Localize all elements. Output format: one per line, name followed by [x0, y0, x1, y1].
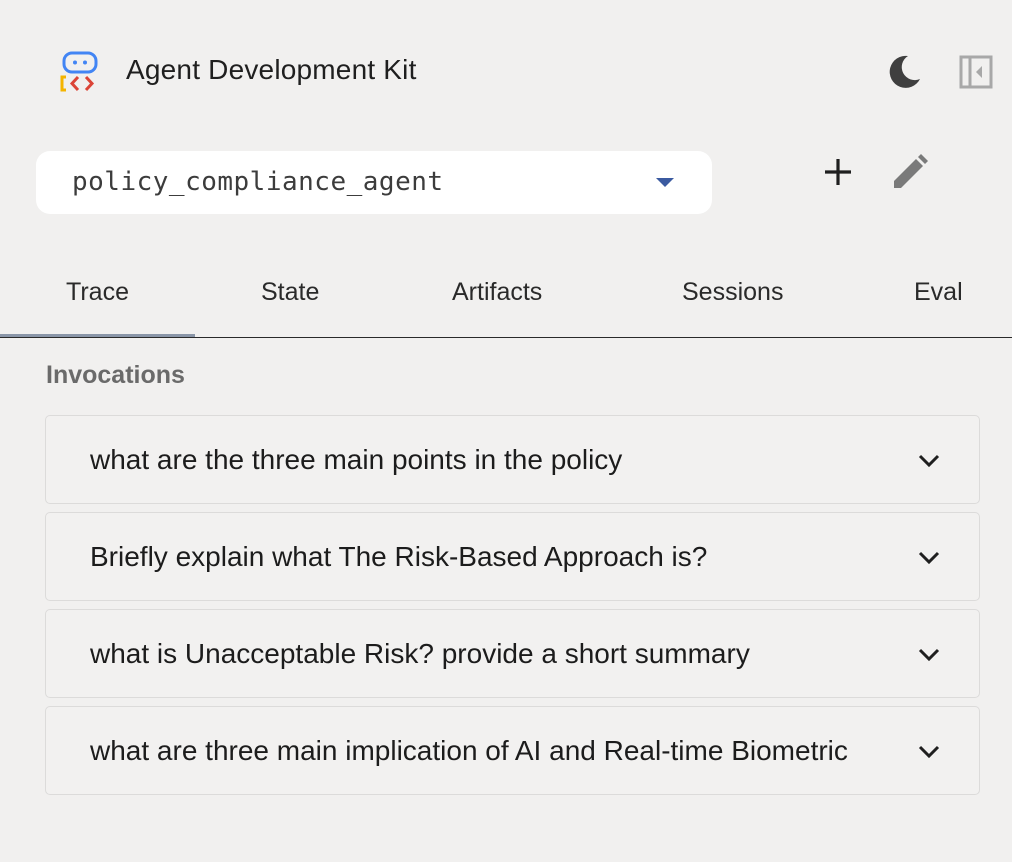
invocation-item[interactable]: what are three main implication of AI an…	[45, 706, 980, 795]
invocation-text: what are the three main points in the po…	[90, 444, 623, 475]
edit-agent-button[interactable]	[888, 150, 932, 194]
tab-artifacts[interactable]: Artifacts	[452, 278, 542, 307]
invocation-text: what are three main implication of AI an…	[90, 735, 848, 766]
invocations-list: what are the three main points in the po…	[45, 415, 980, 803]
tab-state[interactable]: State	[261, 278, 319, 307]
invocations-heading: Invocations	[46, 361, 185, 389]
invocation-text: what is Unacceptable Risk? provide a sho…	[90, 638, 750, 669]
theme-toggle-button[interactable]	[884, 52, 924, 92]
app-title: Agent Development Kit	[126, 54, 417, 85]
chevron-down-icon[interactable]	[914, 446, 944, 476]
tab-trace[interactable]: Trace	[66, 278, 129, 307]
pencil-icon	[894, 154, 928, 188]
active-tab-indicator	[0, 334, 195, 337]
dropdown-caret-icon	[656, 178, 674, 187]
collapse-sidebar-icon	[959, 55, 993, 89]
moon-icon	[889, 55, 920, 88]
plus-icon	[825, 159, 851, 185]
adk-logo-icon	[58, 50, 102, 94]
invocation-item[interactable]: what are the three main points in the po…	[45, 415, 980, 504]
agent-select-dropdown[interactable]: policy_compliance_agent	[36, 151, 712, 214]
invocation-text: Briefly explain what The Risk-Based Appr…	[90, 541, 708, 572]
agent-select-value: policy_compliance_agent	[72, 167, 444, 197]
chevron-down-icon[interactable]	[914, 737, 944, 767]
invocation-item[interactable]: Briefly explain what The Risk-Based Appr…	[45, 512, 980, 601]
collapse-sidebar-button[interactable]	[956, 52, 996, 92]
invocation-item[interactable]: what is Unacceptable Risk? provide a sho…	[45, 609, 980, 698]
chevron-down-icon[interactable]	[914, 640, 944, 670]
chevron-down-icon[interactable]	[914, 543, 944, 573]
tab-sessions[interactable]: Sessions	[682, 278, 783, 307]
side-panel: Agent Development Kit policy_compliance_…	[0, 0, 1012, 862]
tab-eval[interactable]: Eval	[914, 278, 963, 307]
new-session-button[interactable]	[816, 150, 860, 194]
tab-bar: Trace State Artifacts Sessions Eval	[0, 250, 1012, 338]
